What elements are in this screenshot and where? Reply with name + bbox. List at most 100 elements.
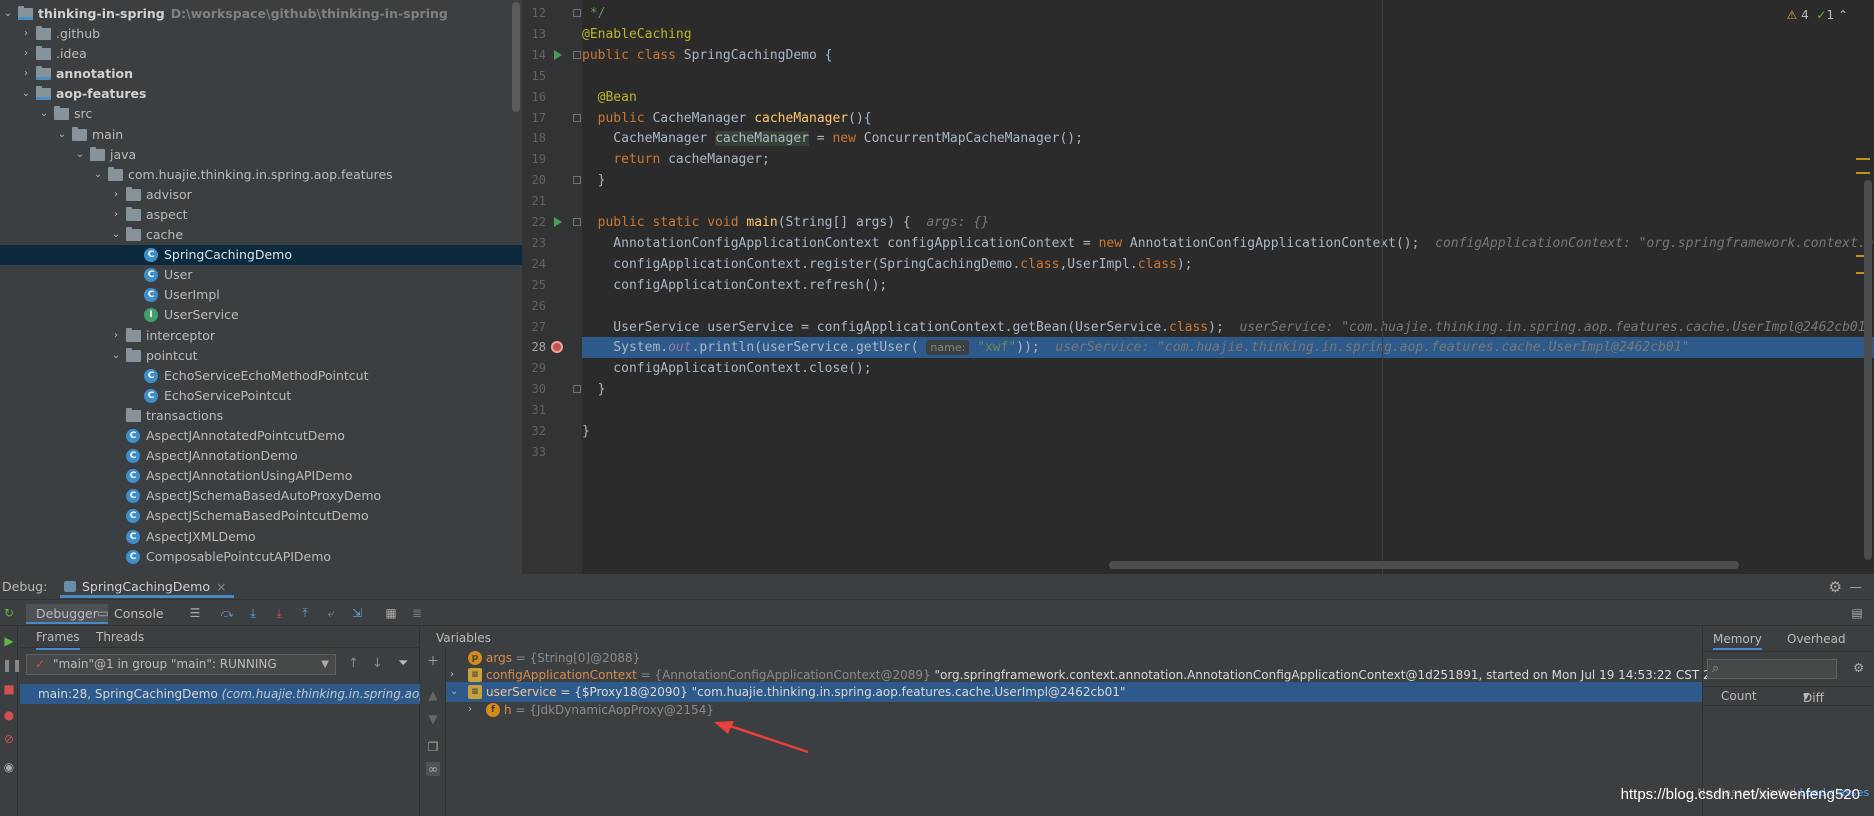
line-number[interactable]: 24: [522, 254, 546, 275]
line-number[interactable]: 13: [522, 24, 546, 45]
chevron-right-icon[interactable]: ›: [20, 64, 32, 84]
line-number[interactable]: 15: [522, 66, 546, 87]
debug-session-tab[interactable]: SpringCachingDemo ×: [60, 576, 235, 598]
arrow-up-icon[interactable]: ↑: [348, 656, 359, 671]
tree-item[interactable]: C UserImpl: [0, 285, 522, 305]
chevron-right-icon[interactable]: ›: [110, 185, 122, 205]
chevron-down-icon[interactable]: ⌄: [2, 4, 14, 24]
chevron-down-icon[interactable]: ⌄: [20, 84, 32, 104]
line-number[interactable]: 20: [522, 170, 546, 191]
stop-icon[interactable]: ■: [2, 682, 16, 696]
code-line[interactable]: return cacheManager;: [582, 149, 1874, 170]
code-line[interactable]: public static void main(String[] args) {…: [582, 212, 1874, 233]
error-stripe-mark[interactable]: [1856, 172, 1870, 174]
memory-search-input[interactable]: [1707, 659, 1837, 679]
code-line[interactable]: configApplicationContext.close();: [582, 358, 1874, 379]
tree-item[interactable]: › aspect: [0, 205, 522, 225]
tree-item[interactable]: C AspectJAnnotationDemo: [0, 446, 522, 466]
line-number[interactable]: 25: [522, 275, 546, 296]
tree-item[interactable]: C AspectJAnnotatedPointcutDemo: [0, 426, 522, 446]
minimize-icon[interactable]: —: [1850, 574, 1863, 600]
chevron-down-icon[interactable]: ⌄: [110, 346, 122, 366]
arrow-down-icon[interactable]: ▼: [426, 712, 440, 726]
layout-icon[interactable]: ▤: [1850, 606, 1864, 620]
chevron-down-icon[interactable]: ▼: [321, 655, 329, 674]
code-line[interactable]: [582, 296, 1874, 317]
code-line[interactable]: */: [582, 3, 1874, 24]
code-line[interactable]: [582, 66, 1874, 87]
fold-icon[interactable]: [573, 113, 581, 122]
column-diff[interactable]: Diff ▾: [1803, 689, 1824, 705]
line-number[interactable]: 32: [522, 421, 546, 442]
line-number[interactable]: 29: [522, 358, 546, 379]
run-to-cursor-icon[interactable]: ⇲: [350, 606, 364, 620]
code-line[interactable]: AnnotationConfigApplicationContext confi…: [582, 233, 1874, 254]
tree-item[interactable]: › .github: [0, 24, 522, 44]
pause-icon[interactable]: ❚❚: [2, 658, 22, 672]
copy-icon[interactable]: ❐: [426, 740, 440, 754]
code-line[interactable]: }: [582, 421, 1874, 442]
fold-icon[interactable]: [573, 50, 581, 59]
tab-console[interactable]: Console: [104, 604, 174, 624]
code-line[interactable]: }: [582, 170, 1874, 191]
tree-item[interactable]: ⌄ com.huajie.thinking.in.spring.aop.featu…: [0, 165, 522, 185]
rerun-icon[interactable]: ↻: [2, 606, 16, 620]
gear-icon[interactable]: ⚙: [1853, 660, 1864, 675]
code-line[interactable]: configApplicationContext.refresh();: [582, 275, 1874, 296]
code-line[interactable]: configApplicationContext.register(Spring…: [582, 254, 1874, 275]
filter-icon[interactable]: ⏷: [398, 656, 408, 671]
tree-item[interactable]: I UserService: [0, 305, 522, 325]
tab-threads[interactable]: Threads: [96, 626, 144, 648]
code-line[interactable]: public CacheManager cacheManager(){: [582, 108, 1874, 129]
tree-item[interactable]: C AspectJSchemaBasedAutoProxyDemo: [0, 486, 522, 506]
tab-memory[interactable]: Memory: [1713, 632, 1762, 650]
editor-scrollbar[interactable]: [1864, 180, 1872, 560]
chevron-right-icon[interactable]: ›: [110, 326, 122, 346]
tree-item[interactable]: › .idea: [0, 44, 522, 64]
tree-item[interactable]: › interceptor: [0, 326, 522, 346]
arrow-down-icon[interactable]: ↓: [372, 656, 383, 671]
run-gutter-icon[interactable]: [554, 49, 562, 60]
fold-icon[interactable]: [573, 176, 581, 185]
tree-scrollbar[interactable]: [512, 2, 520, 112]
chevron-down-icon[interactable]: ⌄: [38, 104, 50, 124]
menu-icon[interactable]: ☰: [188, 606, 202, 620]
trace-icon[interactable]: ≣: [410, 606, 424, 620]
line-number[interactable]: 18: [522, 128, 546, 149]
code-line[interactable]: System.out.println(userService.getUser( …: [582, 337, 1874, 359]
gear-icon[interactable]: ⚙: [1829, 574, 1842, 600]
variable-row[interactable]: › f h = {JdkDynamicAopProxy@2154}: [446, 700, 1702, 720]
tree-item[interactable]: C SpringCachingDemo: [0, 245, 522, 266]
tab-overhead[interactable]: Overhead: [1787, 632, 1846, 646]
step-over-icon[interactable]: ⤼: [220, 606, 234, 620]
tree-item[interactable]: C AspectJAnnotationUsingAPIDemo: [0, 466, 522, 486]
tree-item[interactable]: transactions: [0, 406, 522, 426]
view-breakpoints-icon[interactable]: ●: [2, 708, 16, 722]
tree-item[interactable]: ⌄ aop-features: [0, 84, 522, 104]
error-stripe-mark[interactable]: [1856, 158, 1870, 160]
frame-row[interactable]: main:28, SpringCachingDemo (com.huajie.t…: [20, 684, 420, 704]
tree-item[interactable]: C EchoServicePointcut: [0, 386, 522, 406]
evaluate-icon[interactable]: ▦: [384, 606, 398, 620]
line-number[interactable]: 30: [522, 379, 546, 400]
plus-icon[interactable]: ＋: [426, 654, 440, 668]
code-line[interactable]: @EnableCaching: [582, 24, 1874, 45]
tree-item[interactable]: C AspectJXMLDemo: [0, 527, 522, 547]
chevron-up-icon[interactable]: ⌃: [1838, 8, 1848, 22]
run-gutter-icon[interactable]: [554, 217, 562, 227]
fold-icon[interactable]: [573, 9, 581, 17]
tab-frames[interactable]: Frames: [36, 626, 80, 650]
line-number[interactable]: 26: [522, 296, 546, 317]
glasses-icon[interactable]: ∞: [426, 762, 440, 776]
arrow-up-icon[interactable]: ▲: [426, 688, 440, 702]
code-line[interactable]: UserService userService = configApplicat…: [582, 317, 1874, 338]
line-number[interactable]: 21: [522, 191, 546, 212]
line-number[interactable]: 33: [522, 442, 546, 463]
force-step-into-icon[interactable]: ⤓: [272, 606, 286, 620]
code-editor[interactable]: 12 13 14 15 16 17 18 19 20 21 22 23 24 25 26 27 28 29 30 31…: [522, 0, 1874, 574]
thread-select[interactable]: ✓ "main"@1 in group "main": RUNNING ▼: [26, 654, 336, 675]
line-number[interactable]: 16: [522, 87, 546, 108]
code-line[interactable]: [582, 442, 1874, 463]
tree-item[interactable]: C User: [0, 265, 522, 285]
step-into-icon[interactable]: ⤓: [246, 606, 260, 620]
